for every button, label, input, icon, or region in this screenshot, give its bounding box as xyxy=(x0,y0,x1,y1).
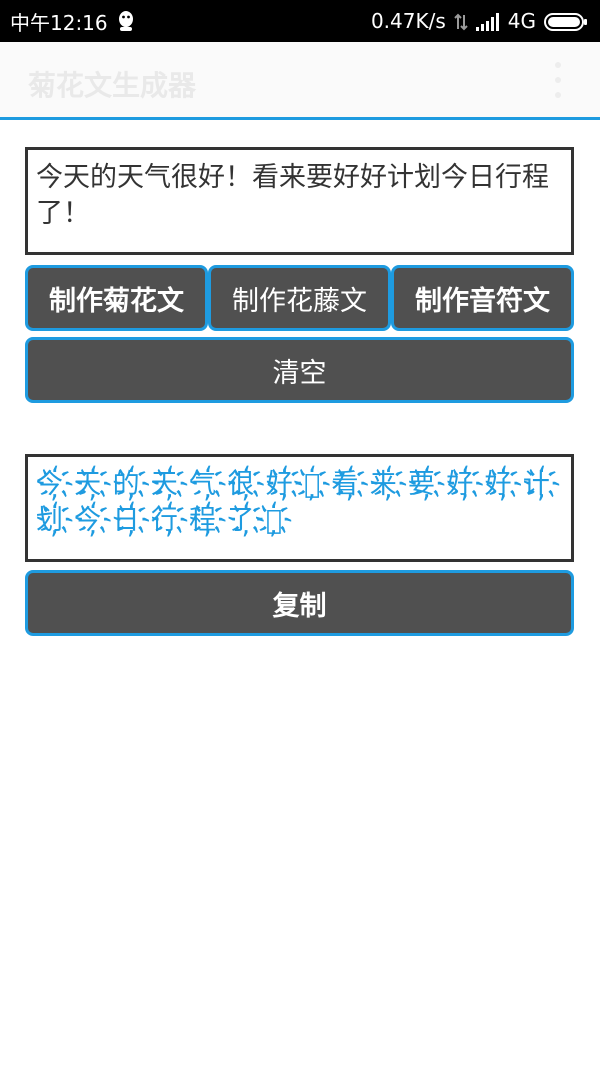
battery-icon xyxy=(544,12,588,31)
overflow-menu-icon[interactable] xyxy=(552,62,564,98)
status-bar: 中午12:16 0.47K/s 4G xyxy=(0,0,600,42)
app-bar: 菊花文生成器 xyxy=(0,42,600,120)
make-vine-text-button[interactable]: 制作花藤文 xyxy=(208,265,391,331)
clear-button[interactable]: 清空 xyxy=(25,337,574,403)
output-textarea[interactable]: 今҉天҉的҉天҉气҉很҉好҉！҉看҉来҉要҉好҉好҉计҉划҉今҉日҉行҉程҉了҉… xyxy=(25,454,574,562)
menu-dot xyxy=(555,77,561,83)
input-textarea[interactable]: 今天的天气很好！看来要好好计划今日行程了！ xyxy=(25,147,574,255)
app-title: 菊花文生成器 xyxy=(28,69,197,102)
status-left: 中午12:16 xyxy=(10,7,136,36)
make-note-text-button[interactable]: 制作音符文 xyxy=(391,265,574,331)
menu-dot xyxy=(555,62,561,68)
status-right: 0.47K/s 4G xyxy=(371,9,588,33)
signal-icon xyxy=(475,12,500,31)
menu-dot xyxy=(555,92,561,98)
copy-button[interactable]: 复制 xyxy=(25,570,574,636)
status-time: 中午12:16 xyxy=(10,10,108,35)
qq-icon xyxy=(116,10,136,32)
network-type: 4G xyxy=(507,9,536,33)
make-chrysanthemum-text-button[interactable]: 制作菊花文 xyxy=(25,265,208,331)
data-transfer-icon xyxy=(454,12,468,31)
net-speed: 0.47K/s xyxy=(370,9,446,33)
